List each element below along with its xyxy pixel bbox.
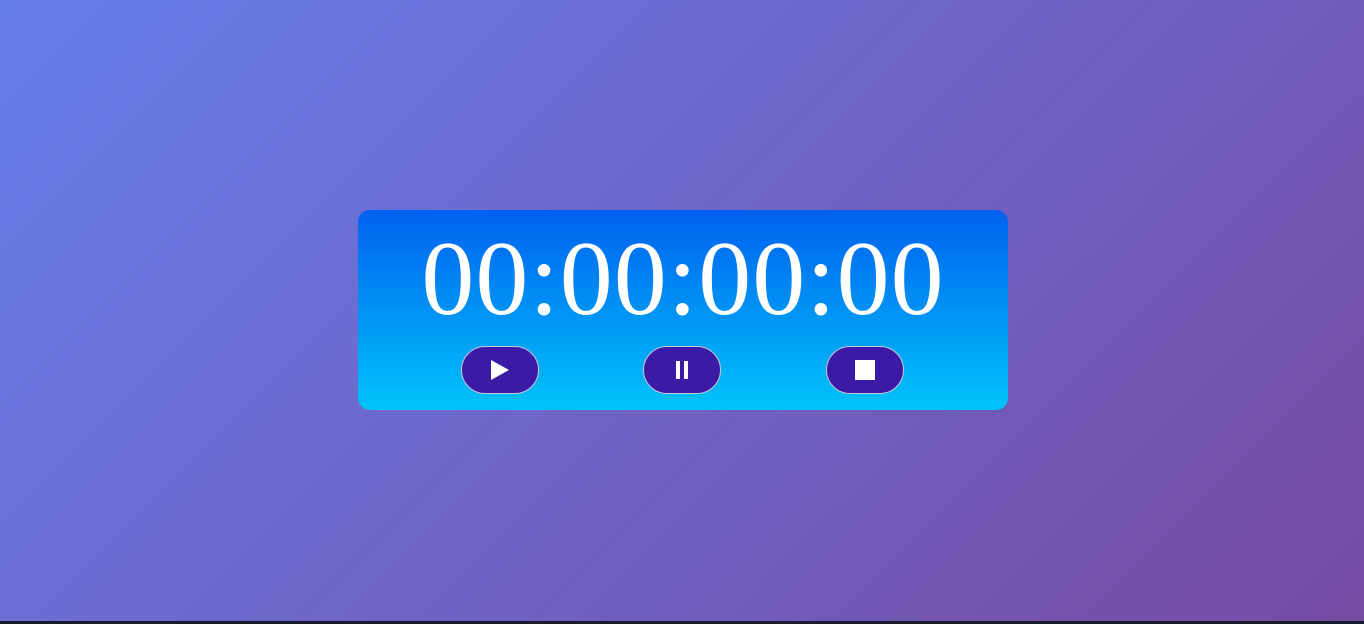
stop-button[interactable] [826,346,904,394]
time-display: 00:00:00:00 [421,220,945,337]
stopwatch-panel: 00:00:00:00 [358,210,1008,410]
play-icon [491,360,509,380]
stop-icon [855,360,875,380]
pause-icon [676,361,688,379]
pause-button[interactable] [643,346,721,394]
controls-bar [358,346,1008,396]
start-button[interactable] [461,346,539,394]
